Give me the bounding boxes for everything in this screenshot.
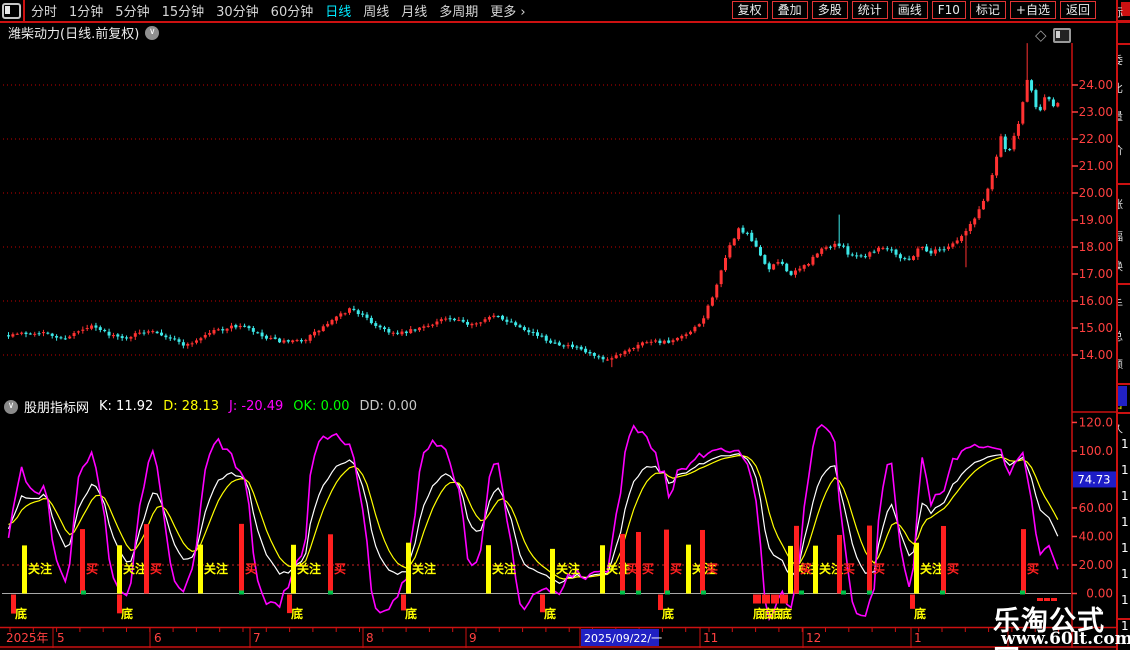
price-axis: 24.00 23.00 22.00 21.00 20.00 19.00 18.00 17.00…: [1072, 78, 1113, 362]
strip-separator: [1118, 412, 1130, 414]
indicator-field: D: 28.13: [163, 399, 219, 414]
svg-text:2025/09/22/一: 2025/09/22/一: [584, 632, 662, 645]
svg-text:24.00: 24.00: [1079, 78, 1113, 92]
svg-text:底: 底: [15, 606, 27, 621]
indicator-header: ∨ 股朋指标网 K: 11.92 D: 28.13 J: -20.49 OK: 0.0…: [4, 397, 427, 416]
oscillator-axis: 120.0100.060.0040.0020.000.0074.73: [1072, 415, 1116, 600]
svg-text:15.00: 15.00: [1079, 321, 1113, 335]
svg-text:60.00: 60.00: [1079, 501, 1113, 515]
strip-separator: [1118, 283, 1130, 285]
chart-canvas[interactable]: 关注关注关注关注关注关注关注关注关注关注关注关注买买买买买买买买买买买买买底底底…: [0, 0, 1130, 650]
chevron-down-icon[interactable]: ∨: [4, 400, 18, 414]
svg-text:18.00: 18.00: [1079, 240, 1113, 254]
svg-text:买: 买: [670, 562, 682, 576]
clipped-digit: 1: [1121, 567, 1129, 581]
app-window: 分时1分钟5分钟15分钟30分钟60分钟日线周线月线多周期更多 › 复权叠加多股…: [0, 0, 1130, 650]
clipped-digit: 1: [1121, 463, 1129, 477]
indicator-values: K: 11.92 D: 28.13 J: -20.49 OK: 0.00 DD: 0.0…: [99, 399, 427, 414]
svg-text:21.00: 21.00: [1079, 159, 1113, 173]
svg-text:底: 底: [662, 606, 674, 621]
clipped-glyph: 量: [1116, 108, 1130, 124]
indicator-field: OK: 0.00: [293, 399, 349, 414]
svg-text:买: 买: [947, 562, 959, 576]
svg-text:22.00: 22.00: [1079, 132, 1113, 146]
clipped-glyph: 标: [1116, 4, 1130, 20]
svg-text:买: 买: [873, 562, 885, 576]
clipped-glyph: 委: [1116, 52, 1130, 68]
clipped-glyph: 比: [1116, 80, 1130, 96]
clipped-digit: 1: [1121, 437, 1129, 451]
indicator-field: J: -20.49: [229, 399, 283, 414]
svg-text:买: 买: [334, 562, 346, 576]
strip-separator: [1118, 20, 1130, 22]
svg-text:14.00: 14.00: [1079, 348, 1113, 362]
svg-text:关注: 关注: [920, 561, 944, 576]
clipped-glyph: 幅: [1116, 228, 1130, 244]
svg-text:17.00: 17.00: [1079, 267, 1113, 281]
svg-text:底: 底: [780, 606, 792, 621]
svg-text:关注: 关注: [492, 561, 516, 576]
svg-text:底: 底: [544, 606, 556, 621]
svg-text:买: 买: [800, 562, 812, 576]
indicator-field: K: 11.92: [99, 399, 153, 414]
clipped-glyph: 久: [1116, 420, 1130, 436]
indicator-field: DD: 0.00: [360, 399, 417, 414]
right-edge-strip: 标委比量价涨幅换手总额自久11111111: [1116, 0, 1130, 650]
svg-text:5: 5: [57, 631, 65, 645]
svg-text:关注: 关注: [204, 561, 228, 576]
svg-text:底: 底: [121, 606, 133, 621]
svg-text:120.0: 120.0: [1079, 415, 1113, 429]
svg-text:买: 买: [1027, 562, 1039, 576]
svg-text:40.00: 40.00: [1079, 529, 1113, 543]
svg-text:买: 买: [150, 562, 162, 576]
svg-text:关注: 关注: [123, 561, 147, 576]
svg-text:12: 12: [806, 631, 821, 645]
clipped-glyph: 手: [1116, 296, 1130, 312]
svg-text:20.00: 20.00: [1079, 558, 1113, 572]
svg-text:7: 7: [253, 631, 261, 645]
svg-text:买: 买: [706, 562, 718, 576]
candlestick-series: [7, 43, 1059, 367]
svg-text:底: 底: [914, 606, 926, 621]
strip-separator: [1118, 183, 1130, 185]
svg-text:关注: 关注: [556, 561, 580, 576]
svg-text:6: 6: [154, 631, 162, 645]
svg-text:买: 买: [245, 562, 257, 576]
svg-text:底: 底: [405, 606, 417, 621]
svg-text:1: 1: [914, 631, 922, 645]
svg-text:11: 11: [703, 631, 718, 645]
svg-text:20.00: 20.00: [1079, 186, 1113, 200]
clipped-glyph: 总: [1116, 328, 1130, 344]
svg-text:8: 8: [366, 631, 374, 645]
svg-text:买: 买: [843, 562, 855, 576]
watermark-url: www.60lt.com: [1001, 629, 1130, 649]
svg-text:19.00: 19.00: [1079, 213, 1113, 227]
clipped-digit: 1: [1121, 541, 1129, 555]
clipped-glyph: 价: [1116, 142, 1130, 158]
kdj-lines: [9, 425, 1058, 619]
clipped-digit: 1: [1121, 489, 1129, 503]
svg-text:关注: 关注: [28, 561, 52, 576]
svg-text:100.0: 100.0: [1079, 444, 1113, 458]
svg-text:9: 9: [469, 631, 477, 645]
strip-highlight: [1118, 386, 1127, 406]
strip-separator: [1118, 383, 1130, 385]
svg-text:23.00: 23.00: [1079, 105, 1113, 119]
svg-text:关注: 关注: [412, 561, 436, 576]
strip-separator: [1118, 43, 1130, 45]
time-axis: 2025年 5 6 7 8 9 11 12 1 2025/09/22/一: [0, 628, 1116, 650]
indicator-name: 股朋指标网: [24, 397, 89, 416]
svg-text:买: 买: [86, 562, 98, 576]
svg-text:74.73: 74.73: [1078, 472, 1111, 486]
svg-text:买: 买: [642, 562, 654, 576]
svg-text:关注: 关注: [297, 561, 321, 576]
clipped-digit: 1: [1121, 515, 1129, 529]
svg-text:16.00: 16.00: [1079, 294, 1113, 308]
svg-text:2025年: 2025年: [6, 631, 49, 645]
svg-text:底: 底: [291, 606, 303, 621]
clipped-glyph: 涨: [1116, 196, 1130, 212]
clipped-glyph: 额: [1116, 356, 1130, 372]
clipped-glyph: 换: [1116, 258, 1130, 274]
